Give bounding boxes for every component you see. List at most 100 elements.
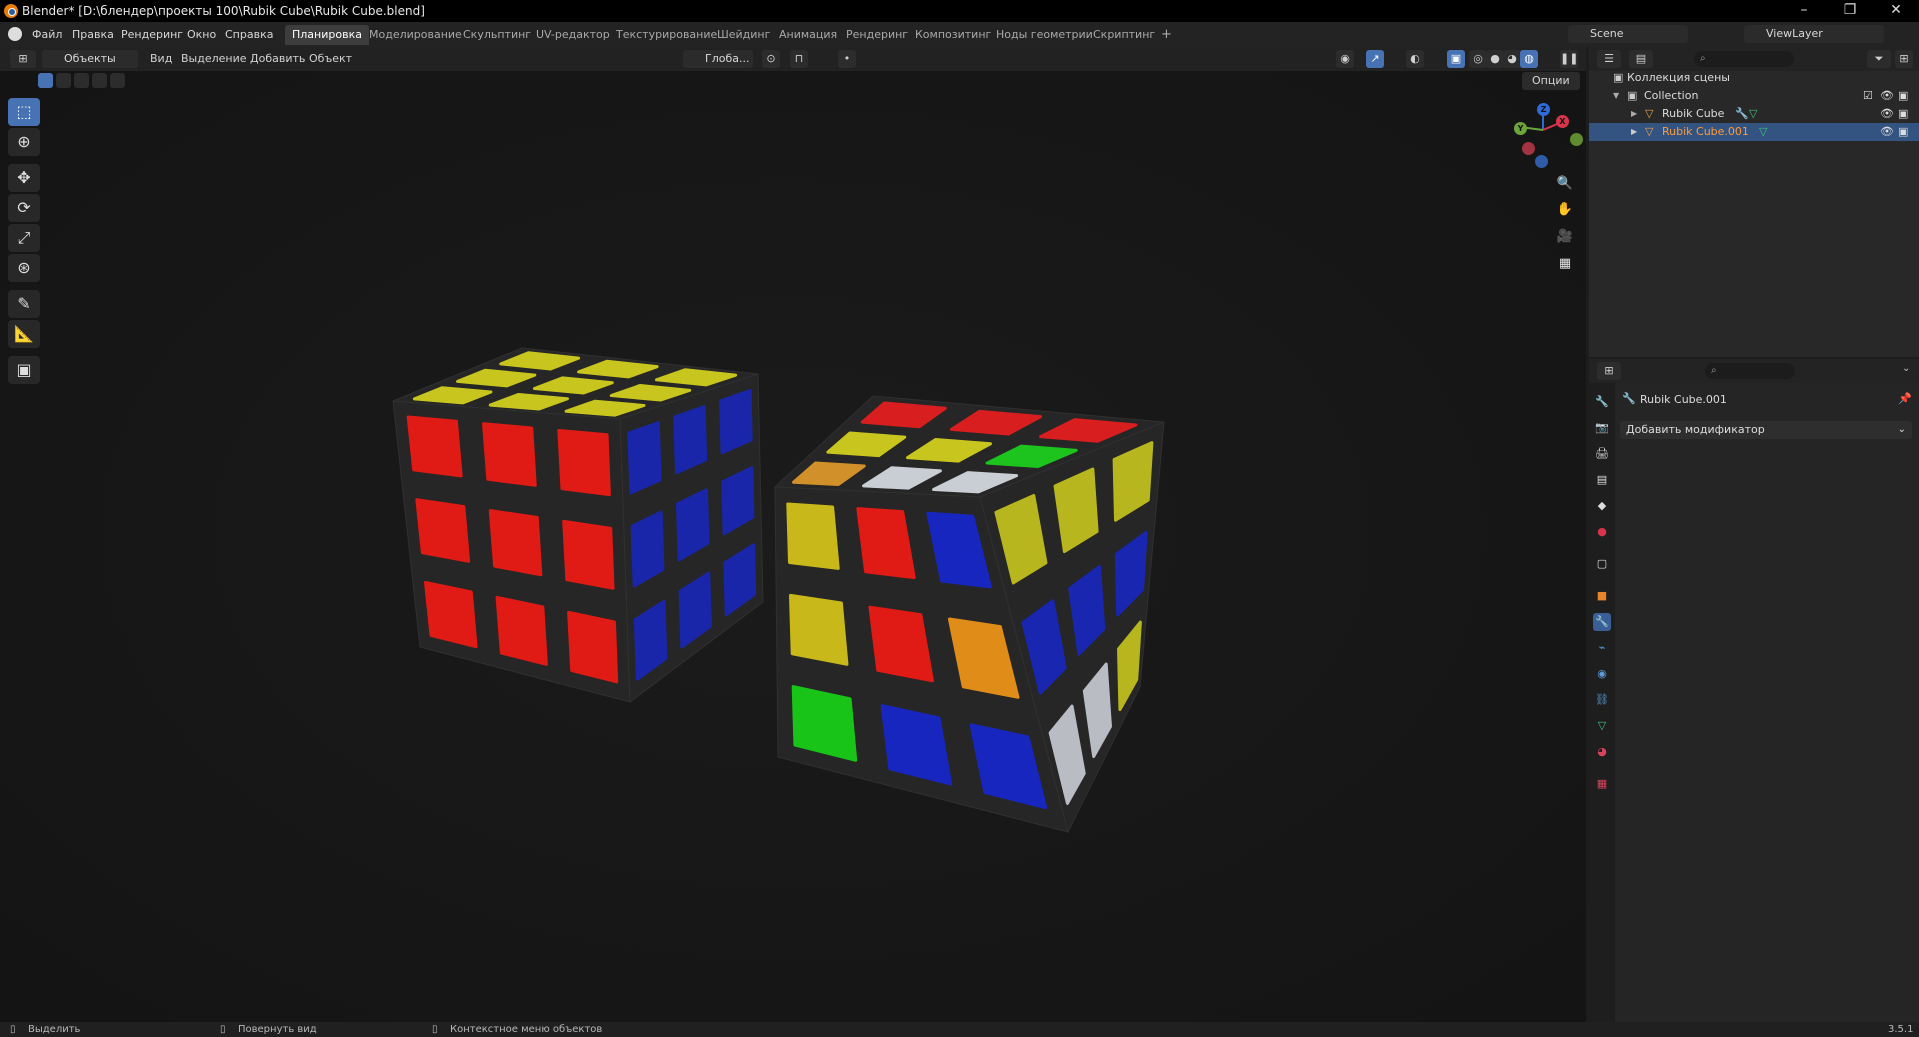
render-camera-icon[interactable]: ▣ <box>1898 105 1908 123</box>
rotate-tool-icon[interactable]: ⟳ <box>8 194 40 222</box>
tab-texture-paint[interactable]: Текстурирование <box>609 25 724 45</box>
chevron-down-icon[interactable]: ⌄ <box>1902 363 1910 374</box>
tab-shading[interactable]: Шейдинг <box>710 25 777 45</box>
tab-layout[interactable]: Планировка <box>285 25 369 45</box>
wireframe-shading-icon[interactable]: ◎ <box>1469 50 1487 68</box>
solid-shading-icon[interactable]: ● <box>1486 50 1504 68</box>
outliner-scene-collection-row[interactable]: ▣ Коллекция сцены <box>1589 69 1919 87</box>
gizmo-z-axis[interactable]: Z <box>1537 103 1550 116</box>
menu-object[interactable]: Объект <box>309 52 352 65</box>
mode-selector[interactable]: Объекты <box>42 50 138 68</box>
visibility-eye-icon[interactable]: 👁 <box>1880 123 1894 141</box>
move-tool-icon[interactable]: ✥ <box>8 164 40 192</box>
world-tab-icon[interactable]: ● <box>1593 523 1611 541</box>
object-tab-icon[interactable]: ■ <box>1593 587 1611 605</box>
menu-file[interactable]: Файл <box>32 28 62 41</box>
scale-tool-icon[interactable]: ⤢ <box>8 224 40 252</box>
pan-hand-icon[interactable]: ✋ <box>1552 198 1578 222</box>
tab-sculpting[interactable]: Скульптинг <box>456 25 538 45</box>
gizmo-x-axis[interactable]: X <box>1556 115 1569 128</box>
output-tab-icon[interactable]: 🖨 <box>1593 445 1611 463</box>
render-tab-icon[interactable]: 📷 <box>1593 419 1611 437</box>
texture-tab-icon[interactable]: ▦ <box>1593 775 1611 793</box>
exclude-checkbox-icon[interactable]: ☑ <box>1863 87 1873 105</box>
outliner-search-input[interactable]: ⌕ <box>1694 51 1794 67</box>
visibility-eye-icon[interactable]: 👁 <box>1880 87 1894 105</box>
viewport-canvas[interactable] <box>0 47 1586 1022</box>
pause-render-icon[interactable]: ❚❚ <box>1560 50 1578 68</box>
tab-animation[interactable]: Анимация <box>772 25 844 45</box>
tab-scripting[interactable]: Скриптинг <box>1086 25 1162 45</box>
minimize-button[interactable]: – <box>1781 0 1827 22</box>
view-layer-selector[interactable]: ViewLayer <box>1744 25 1884 43</box>
expand-arrow-icon[interactable]: ▶ <box>1631 105 1637 123</box>
collection-tab-icon[interactable]: ▢ <box>1593 555 1611 573</box>
data-tab-icon[interactable]: ▽ <box>1593 717 1611 735</box>
ortho-grid-icon[interactable]: ▦ <box>1552 252 1578 276</box>
properties-editor-type-icon[interactable]: ⊞ <box>1597 362 1621 380</box>
expand-arrow-icon[interactable]: ▶ <box>1631 123 1637 141</box>
gizmo-toggle-icon[interactable]: ↗ <box>1366 50 1384 68</box>
select-invert-icon[interactable] <box>92 73 107 88</box>
cursor-tool-icon[interactable]: ⊕ <box>8 128 40 156</box>
tab-modeling[interactable]: Моделирование <box>362 25 469 45</box>
visibility-eye-icon[interactable]: 👁 <box>1880 105 1894 123</box>
view-layer-tab-icon[interactable]: ▤ <box>1593 471 1611 489</box>
gizmo-neg-z[interactable] <box>1535 155 1548 168</box>
tab-geometry-nodes[interactable]: Ноды геометрии <box>989 25 1100 45</box>
render-camera-icon[interactable]: ▣ <box>1898 123 1908 141</box>
select-intersect-icon[interactable] <box>110 73 125 88</box>
tab-uv-editing[interactable]: UV-редактор <box>529 25 617 45</box>
material-tab-icon[interactable]: ◕ <box>1593 743 1611 761</box>
select-subtract-icon[interactable] <box>74 73 89 88</box>
modifier-tab-icon[interactable]: 🔧 <box>1593 613 1611 631</box>
editor-type-icon[interactable]: ⊞ <box>10 50 36 68</box>
close-button[interactable]: ✕ <box>1873 0 1919 22</box>
annotate-tool-icon[interactable]: ✎ <box>8 290 40 318</box>
tab-rendering[interactable]: Рендеринг <box>839 25 915 45</box>
outliner-object-row[interactable]: ▶ ▽ Rubik Cube 🔧 ▽ 👁 ▣ <box>1589 105 1919 123</box>
select-box-tool-icon[interactable]: ⬚ <box>8 98 40 126</box>
snap-icon[interactable]: ⊓ <box>790 50 808 68</box>
select-extend-icon[interactable] <box>56 73 71 88</box>
scene-tab-icon[interactable]: ◆ <box>1593 497 1611 515</box>
navigation-gizmo[interactable]: Z X Y <box>1500 100 1583 170</box>
properties-search-input[interactable]: ⌕ <box>1705 363 1795 379</box>
proportional-edit-icon[interactable]: • <box>838 50 856 68</box>
options-dropdown[interactable]: Опции <box>1522 72 1580 90</box>
display-mode-icon[interactable]: ▤ <box>1629 50 1653 68</box>
render-camera-icon[interactable]: ▣ <box>1898 87 1908 105</box>
restore-button[interactable]: ❐ <box>1827 0 1873 22</box>
visibility-icon[interactable]: ◉ <box>1336 50 1354 68</box>
overlay-toggle-icon[interactable]: ◐ <box>1406 50 1424 68</box>
xray-toggle-icon[interactable]: ▣ <box>1447 50 1465 68</box>
add-cube-tool-icon[interactable]: ▣ <box>8 356 40 384</box>
gizmo-neg-y[interactable] <box>1570 133 1583 146</box>
outliner-collection-row[interactable]: ▼ ▣ Collection ☑ 👁 ▣ <box>1589 87 1919 105</box>
add-workspace-button[interactable]: + <box>1154 25 1179 45</box>
new-collection-icon[interactable]: ⊞ <box>1895 50 1913 68</box>
transform-orientation-selector[interactable]: Глоба... <box>683 50 753 68</box>
select-new-icon[interactable] <box>38 73 53 88</box>
pivot-icon[interactable]: ⊙ <box>762 50 780 68</box>
tab-compositing[interactable]: Композитинг <box>908 25 998 45</box>
menu-select[interactable]: Выделение <box>181 52 247 65</box>
expand-arrow-icon[interactable]: ▼ <box>1613 87 1619 105</box>
pin-icon[interactable]: 📌 <box>1898 392 1912 405</box>
gizmo-y-axis[interactable]: Y <box>1514 122 1527 135</box>
menu-help[interactable]: Справка <box>225 28 273 41</box>
outliner-object-row-selected[interactable]: ▶ ▽ Rubik Cube.001 ▽ 👁 ▣ <box>1589 123 1919 141</box>
blender-menu-icon[interactable] <box>8 27 22 41</box>
menu-view[interactable]: Вид <box>150 52 172 65</box>
constraints-tab-icon[interactable]: ⛓ <box>1593 691 1611 709</box>
3d-viewport[interactable] <box>0 47 1586 1022</box>
camera-view-icon[interactable]: 🎥 <box>1552 225 1578 249</box>
tool-tab-icon[interactable]: 🔧 <box>1593 393 1611 411</box>
menu-add[interactable]: Добавить <box>250 52 305 65</box>
filter-icon[interactable]: ⏷ <box>1867 50 1891 68</box>
scene-selector[interactable]: Scene <box>1568 25 1688 43</box>
zoom-icon[interactable]: 🔍 <box>1552 172 1578 196</box>
transform-tool-icon[interactable]: ⊛ <box>8 254 40 282</box>
add-modifier-dropdown[interactable]: Добавить модификатор ⌄ <box>1620 421 1912 439</box>
measure-tool-icon[interactable]: 📐 <box>8 320 40 348</box>
